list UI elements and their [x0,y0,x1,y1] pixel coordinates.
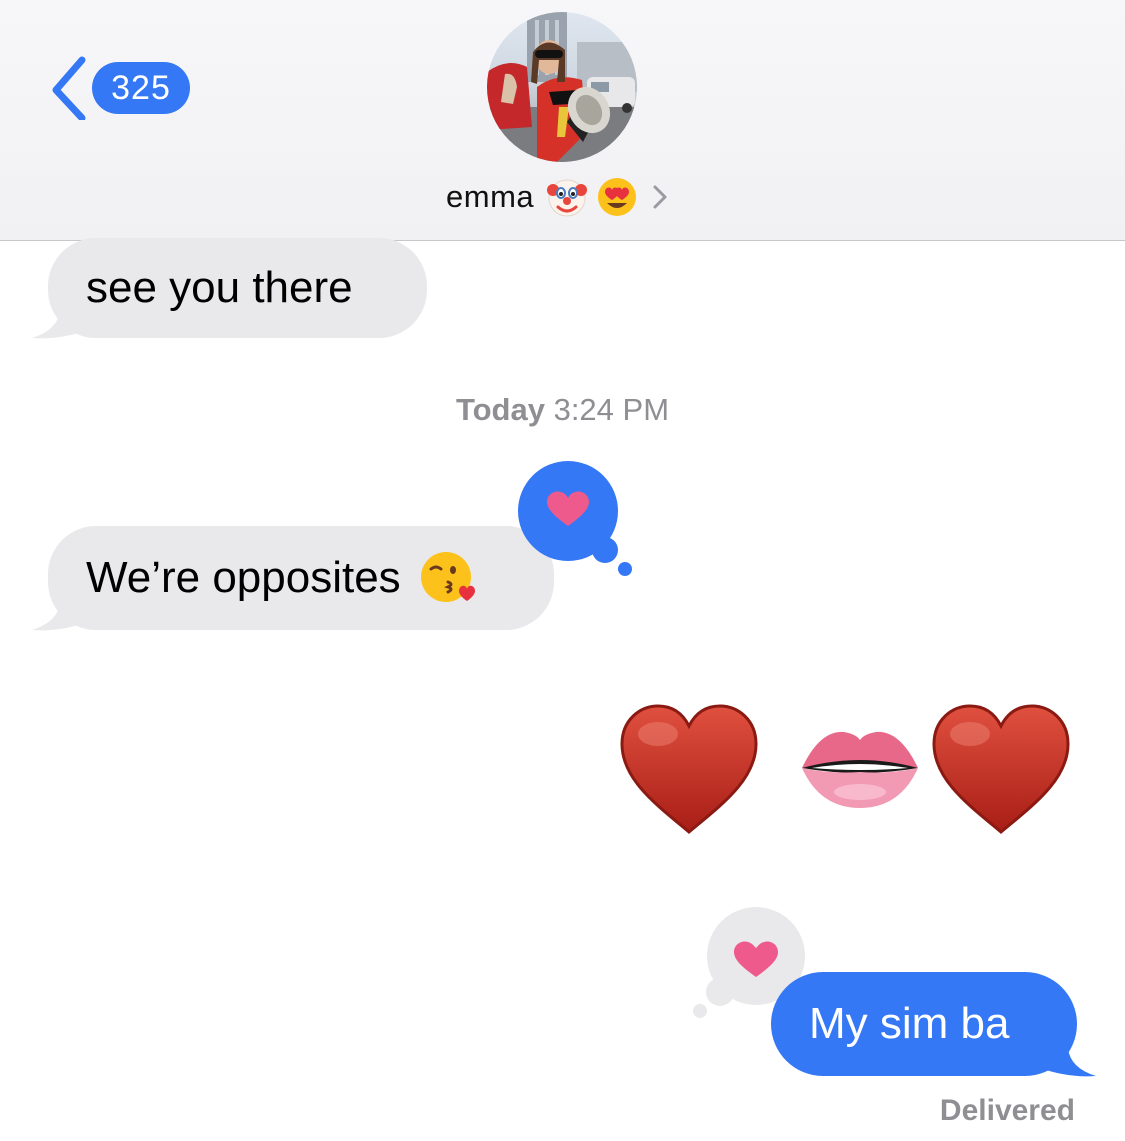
conversation-header: 325 emma [0,0,1125,241]
contact-emoji-group [546,176,638,218]
message-text: My sim ba [809,999,1010,1048]
avatar-photo [487,12,637,162]
outgoing-message-bubble[interactable]: My sim ba [771,972,1077,1076]
heart-eyes-emoji-icon [598,178,637,216]
contact-avatar[interactable] [487,12,637,162]
clown-face-emoji-icon [547,179,588,217]
incoming-message-bubble[interactable]: see you there [48,238,427,338]
mouth-emoji-icon [802,731,918,808]
heart-tapback-icon[interactable] [517,460,637,580]
message-text: see you there [86,263,353,312]
back-button[interactable]: 325 [48,52,198,122]
red-heart-emoji-icon [932,704,1070,834]
unread-count-badge: 325 [92,62,190,114]
chevron-left-icon [52,56,86,120]
big-emoji-message[interactable] [612,700,1078,840]
message-timestamp: Today 3:24 PM [0,392,1125,428]
contact-name-button[interactable]: emma [446,172,668,222]
contact-name: emma [446,179,535,214]
chevron-right-icon [653,185,667,209]
face-blowing-kiss-emoji-icon [420,552,475,602]
message-text: We’re opposites [86,553,401,602]
delivery-status: Delivered [939,1094,1075,1127]
timestamp-day: Today [455,392,545,427]
timestamp-time: 3:24 PM [553,392,670,427]
red-heart-emoji-icon [620,704,758,834]
incoming-message-bubble[interactable]: We’re opposites [48,526,554,630]
